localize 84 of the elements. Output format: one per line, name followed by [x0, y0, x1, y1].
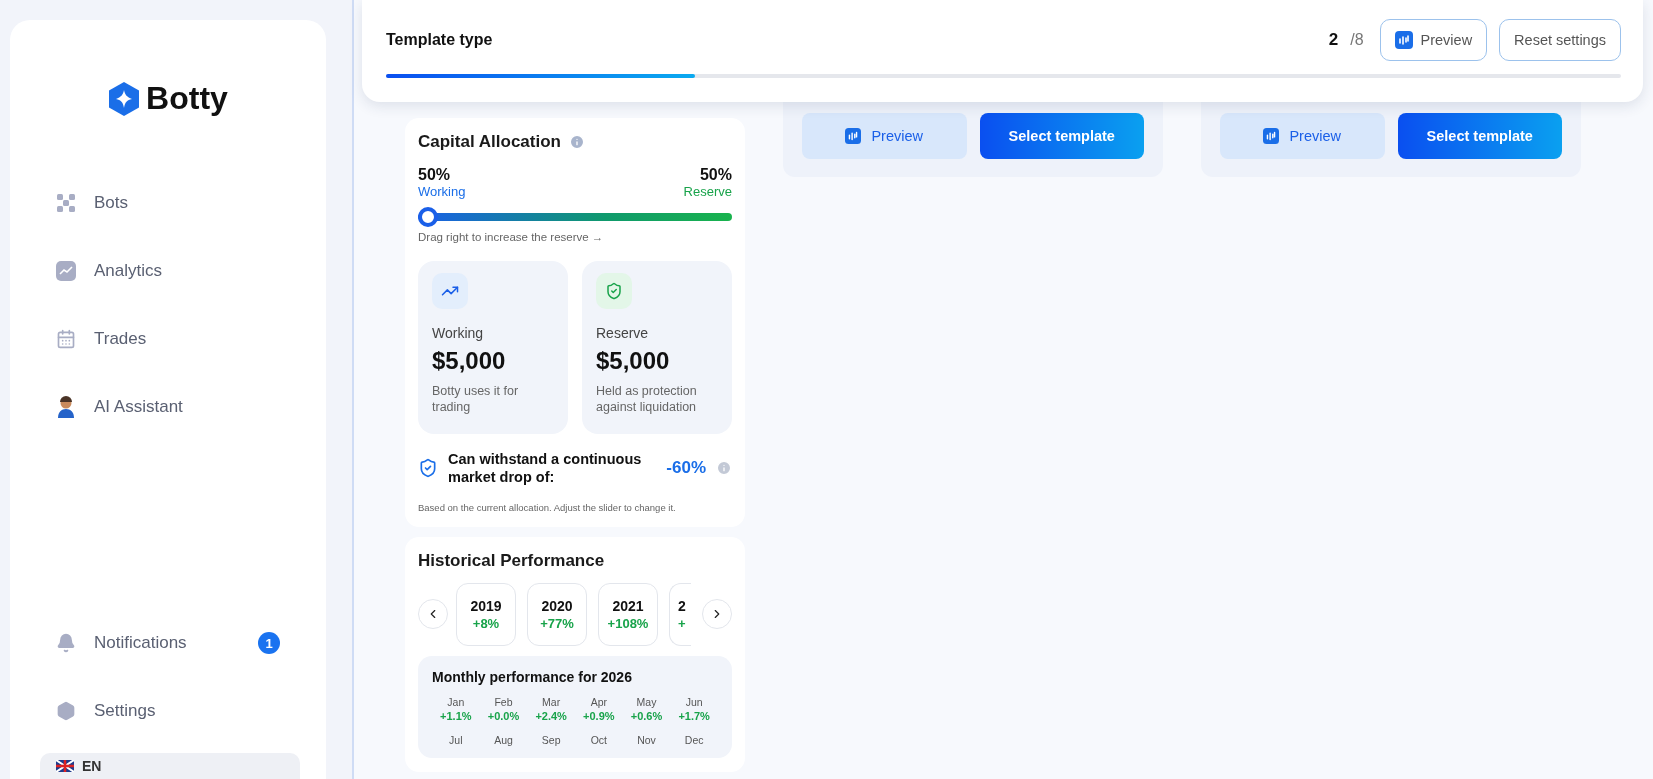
- year-card[interactable]: 2 +: [669, 582, 691, 646]
- shield-icon: [418, 457, 438, 478]
- language-selector[interactable]: EN: [40, 753, 300, 779]
- step-total: /8: [1350, 31, 1364, 49]
- percent-value: 50%: [418, 166, 451, 184]
- info-icon[interactable]: [568, 134, 585, 150]
- logo-text: Botty: [146, 80, 228, 117]
- footnote: Based on the current allocation. Adjust the slider to change it.: [418, 501, 677, 513]
- tile-note: Held as protection against liquidation: [596, 383, 698, 416]
- chart-icon: [56, 261, 76, 281]
- wizard-title: Template type: [386, 31, 494, 49]
- slider-hint: Drag right to increase the reserve →: [418, 231, 605, 243]
- flag-icon: [56, 760, 74, 772]
- previous-button[interactable]: [418, 599, 448, 630]
- next-button[interactable]: [702, 599, 732, 630]
- month-label: Sep: [541, 733, 561, 746]
- tile-note: Botty uses it for trading: [432, 383, 520, 416]
- month-change: +2.4%: [535, 709, 567, 722]
- year-change: +: [678, 615, 686, 631]
- nav-item[interactable]: Settings: [94, 701, 156, 721]
- month-change: +0.6%: [630, 709, 663, 722]
- select-template-button[interactable]: Select template: [1397, 113, 1562, 159]
- nodes-icon: [56, 193, 76, 213]
- card-title: Historical Performance: [418, 550, 605, 571]
- percent-label: Working: [418, 184, 466, 199]
- month-label: May: [636, 695, 657, 708]
- year-label: 2020: [541, 597, 573, 614]
- month-change: +0.0%: [487, 709, 520, 722]
- chart-icon: [845, 128, 862, 144]
- year-label: 2019: [470, 597, 502, 614]
- card-title: Capital Allocation: [418, 132, 561, 152]
- tile-label: Working: [432, 325, 485, 341]
- month-label: Apr: [590, 695, 607, 708]
- year-label: 2021: [612, 597, 644, 614]
- year-card[interactable]: 2020 +77%: [527, 582, 587, 646]
- nav-item[interactable]: Notifications: [94, 633, 187, 653]
- shield-icon: [596, 273, 632, 309]
- month-change: +1.1%: [440, 709, 472, 722]
- chart-icon: [1263, 128, 1280, 144]
- reset-settings-button[interactable]: Reset settings: [1499, 19, 1621, 61]
- percent-value: 50%: [699, 166, 732, 184]
- month-label: Oct: [590, 733, 607, 746]
- preview-button[interactable]: Preview: [802, 113, 967, 159]
- nav-item[interactable]: AI Assistant: [94, 397, 183, 417]
- year-card[interactable]: 2021 +108%: [598, 582, 658, 646]
- preview-button[interactable]: Preview: [1379, 19, 1488, 61]
- year-card[interactable]: 2019 +8%: [456, 582, 516, 646]
- preview-button[interactable]: Preview: [1220, 113, 1385, 159]
- month-label: Jan: [447, 695, 465, 708]
- calendar-icon: [56, 329, 76, 349]
- tile-amount: $5,000: [432, 347, 507, 375]
- year-change: +108%: [607, 615, 649, 631]
- month-label: Feb: [494, 695, 513, 708]
- tile-amount: $5,000: [596, 347, 671, 375]
- year-change: +77%: [540, 615, 574, 631]
- logo-icon: [108, 81, 141, 116]
- year-label: 2: [678, 597, 686, 614]
- settings-icon: [56, 701, 76, 721]
- chart-icon: [1394, 31, 1413, 49]
- slider-thumb[interactable]: [418, 207, 438, 227]
- person-icon: [56, 396, 76, 418]
- month-label: Mar: [542, 695, 561, 708]
- select-template-button[interactable]: Select template: [979, 113, 1144, 159]
- nav-item[interactable]: Trades: [94, 329, 147, 349]
- trending-up-icon: [432, 273, 468, 309]
- month-label: Jul: [449, 733, 463, 746]
- monthly-title: Monthly performance for 2026: [432, 668, 632, 685]
- month-label: Jun: [685, 695, 703, 708]
- month-label: Dec: [684, 733, 704, 746]
- nav-item[interactable]: Analytics: [94, 261, 163, 281]
- percent-label: Reserve: [683, 184, 732, 199]
- step-current: 2: [1328, 30, 1339, 50]
- drop-value: -60%: [666, 457, 706, 478]
- bell-icon: [56, 633, 76, 653]
- tile-label: Reserve: [596, 325, 650, 341]
- info-icon[interactable]: [716, 459, 732, 476]
- month-change: +1.7%: [678, 709, 710, 722]
- notification-badge: 1: [258, 632, 280, 654]
- withstand-text: Can withstand a continuous market drop of:: [448, 449, 643, 486]
- month-label: Nov: [637, 733, 656, 746]
- month-change: +0.9%: [583, 709, 615, 722]
- month-label: Aug: [494, 733, 513, 746]
- year-change: +8%: [472, 615, 500, 631]
- nav-item[interactable]: Bots: [94, 193, 129, 213]
